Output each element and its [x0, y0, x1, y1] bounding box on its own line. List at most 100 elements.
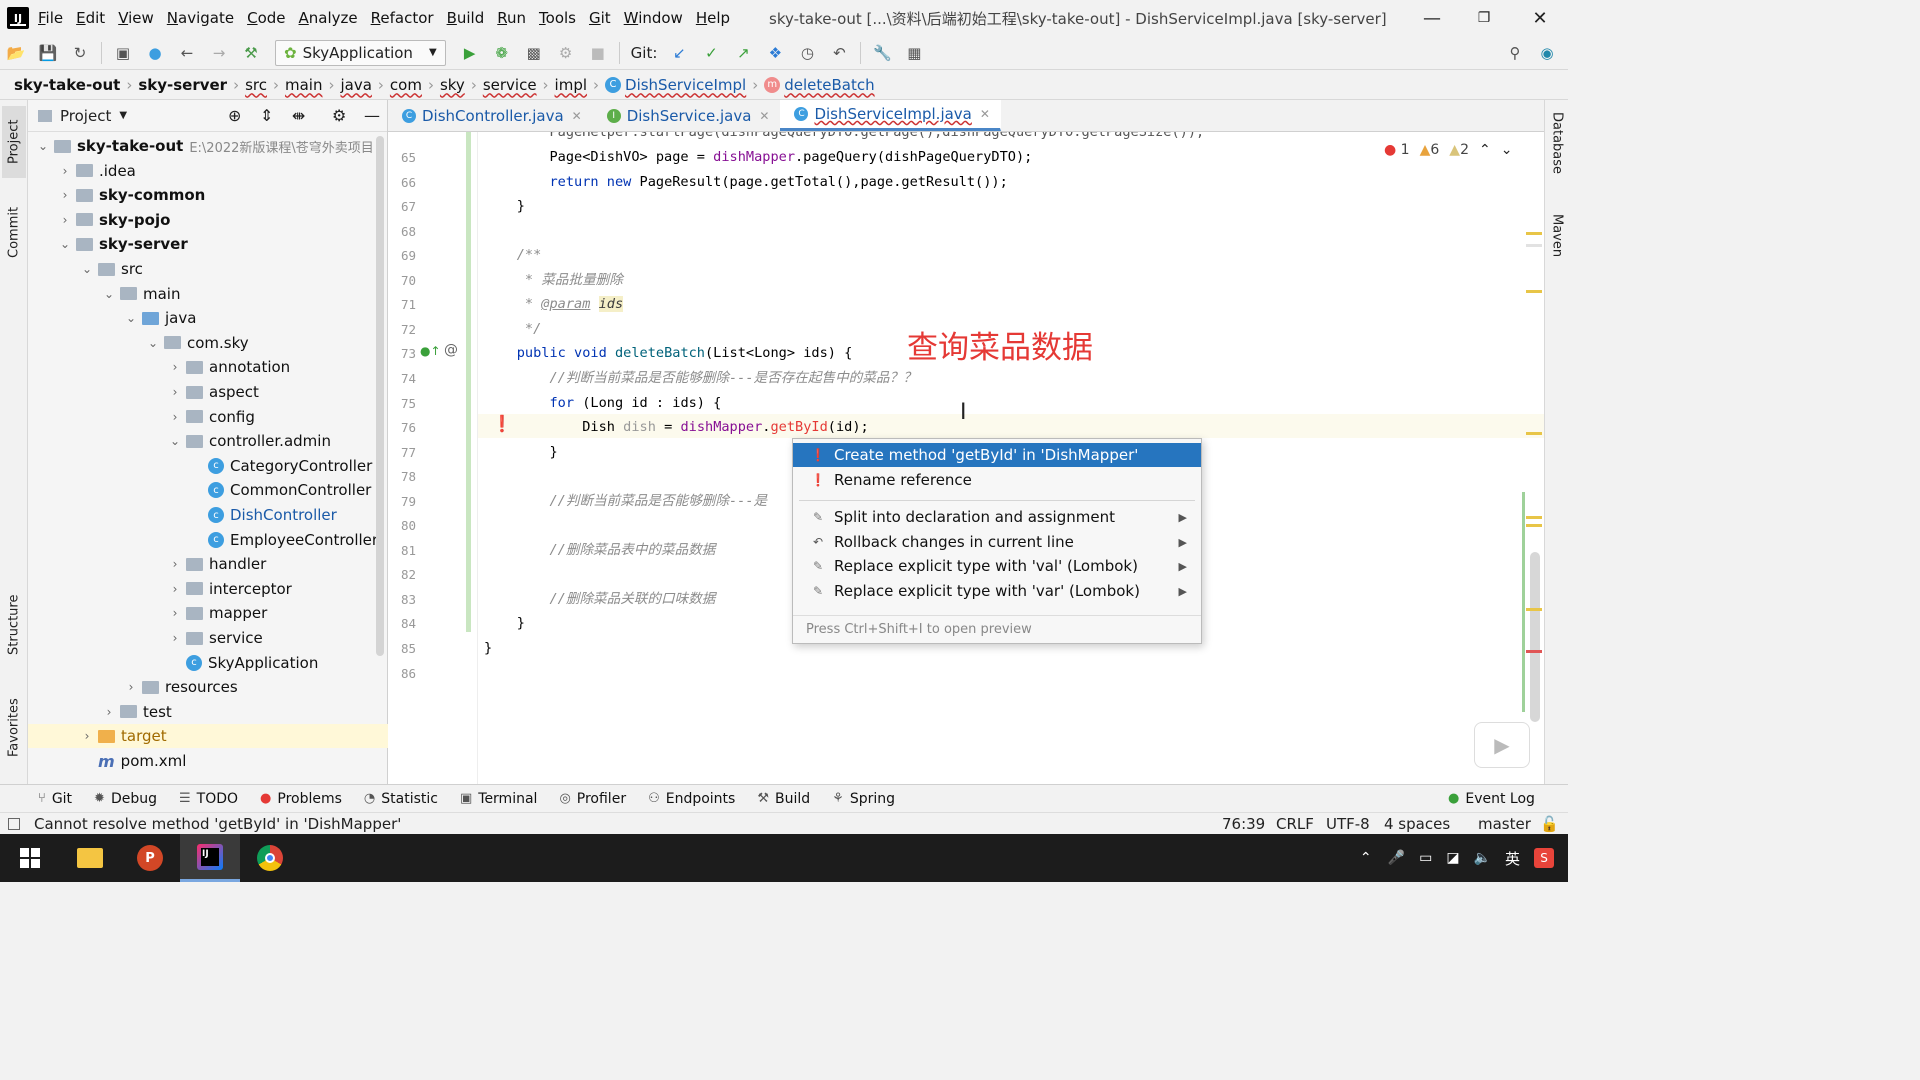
chevron-down-icon[interactable]: ⌄ [168, 434, 182, 448]
tool-tab-commit[interactable]: Commit [2, 196, 26, 268]
tree-item[interactable]: › aspect [28, 380, 388, 404]
chevron-right-icon[interactable]: › [124, 680, 138, 694]
editor-tab[interactable]: C DishServiceImpl.java ✕ [780, 100, 1001, 131]
tool-window-statistic[interactable]: ◔ Statistic [364, 791, 438, 807]
project-panel-title[interactable]: Project [60, 107, 111, 125]
open-folder-icon[interactable]: 📂 [5, 42, 27, 64]
lock-icon[interactable]: 🔓 [1540, 815, 1559, 833]
coverage-icon[interactable]: ▩ [523, 42, 545, 64]
tray-volume-icon[interactable]: 🔈 [1474, 850, 1491, 866]
tool-window-todo[interactable]: ☰ TODO [179, 791, 238, 807]
menu-file[interactable]: File [38, 9, 72, 27]
menu-refactor[interactable]: Refactor [371, 9, 443, 27]
tool-window-endpoints[interactable]: ⚇ Endpoints [648, 791, 735, 807]
close-window-icon[interactable]: ✕ [1528, 6, 1552, 30]
line-separator[interactable]: CRLF [1276, 815, 1314, 833]
menu-build[interactable]: Build [447, 9, 494, 27]
chevron-right-icon[interactable]: › [168, 631, 182, 645]
menu-run[interactable]: Run [497, 9, 535, 27]
collapse-all-icon[interactable]: ⇼ [292, 106, 305, 125]
menu-code[interactable]: Code [247, 9, 294, 27]
intention-action-item[interactable]: ✎ Replace explicit type with 'val' (Lombo… [793, 554, 1201, 578]
tool-window-profiler[interactable]: ◎ Profiler [559, 791, 626, 807]
tool-window-spring[interactable]: ⚘ Spring [832, 791, 895, 807]
gear-icon[interactable]: ⚙ [332, 106, 346, 125]
restore-icon[interactable]: ❐ [1472, 6, 1496, 30]
tree-item[interactable]: ⌄ sky-server [28, 232, 388, 256]
expand-all-icon[interactable]: ⇕ [260, 106, 273, 125]
chevron-down-icon[interactable]: ⌄ [146, 336, 160, 350]
chevron-right-icon[interactable]: › [168, 606, 182, 620]
debug-icon[interactable]: ❁ [491, 42, 513, 64]
breadcrumb-item[interactable]: sky-take-out [14, 76, 120, 94]
chevron-down-icon[interactable]: ▼ [119, 110, 127, 121]
settings-wrench-icon[interactable]: 🔧 [871, 42, 893, 64]
chevron-down-icon[interactable]: ⌄ [58, 237, 72, 251]
tree-item[interactable]: › interceptor [28, 577, 388, 601]
chevron-down-icon[interactable]: ⌄ [1501, 142, 1513, 158]
preview-play-icon[interactable]: ▶ [1474, 722, 1530, 768]
menu-navigate[interactable]: Navigate [167, 9, 243, 27]
intention-action-item[interactable]: ↶ Rollback changes in current line ▶ [793, 530, 1201, 554]
breadcrumb-item[interactable]: java [340, 76, 371, 94]
tree-item[interactable]: ⌄ controller.admin [28, 429, 388, 453]
menu-tools[interactable]: Tools [539, 9, 585, 27]
tray-battery-icon[interactable]: ▭ [1419, 850, 1432, 866]
tree-item[interactable]: m pom.xml [28, 749, 388, 773]
tool-tab-database[interactable]: Database [1547, 112, 1567, 196]
event-log[interactable]: ● Event Log [1448, 791, 1535, 807]
tree-item[interactable]: c CategoryController [28, 454, 388, 478]
intention-action-item[interactable]: ✎ Split into declaration and assignment ▶ [793, 505, 1201, 529]
breadcrumb-item[interactable]: main [285, 76, 322, 94]
git-push-icon[interactable]: ↗ [732, 42, 754, 64]
tree-item[interactable]: › config [28, 405, 388, 429]
close-tab-icon[interactable]: ✕ [572, 109, 582, 123]
tool-window-problems[interactable]: ● Problems [260, 791, 342, 807]
editor-scrollbar[interactable] [1530, 552, 1540, 722]
tree-item[interactable]: › resources [28, 675, 388, 699]
chevron-down-icon[interactable]: ⌄ [36, 139, 50, 153]
tool-window-build[interactable]: ⚒ Build [757, 791, 810, 807]
tree-item[interactable]: › test [28, 700, 388, 724]
tree-item[interactable]: ⌄ src [28, 257, 388, 281]
toolbox-icon[interactable]: ◉ [1536, 42, 1558, 64]
git-commit-icon[interactable]: ✓ [700, 42, 722, 64]
powerpoint-icon[interactable]: P [120, 834, 180, 882]
tree-item[interactable]: c DishController [28, 503, 388, 527]
intention-action-item[interactable]: ❗ Rename reference [793, 468, 1201, 492]
tray-chevron-icon[interactable]: ⌃ [1360, 850, 1372, 866]
class-icon[interactable]: ● [144, 42, 166, 64]
breadcrumb-item[interactable]: sky-server [138, 76, 227, 94]
locate-icon[interactable]: ⊕ [228, 106, 241, 125]
tree-item[interactable]: › service [28, 626, 388, 650]
chevron-down-icon[interactable]: ⌄ [80, 262, 94, 276]
back-arrow-icon[interactable]: ← [176, 42, 198, 64]
file-encoding[interactable]: UTF-8 [1326, 815, 1370, 833]
chevron-right-icon[interactable]: › [58, 164, 72, 178]
inspection-widget[interactable]: ● 1 ▲6 ▲2 ⌃ ⌄ [1384, 142, 1512, 158]
run-config-select[interactable]: ✿ SkyApplication ▼ [275, 39, 446, 66]
chevron-up-icon[interactable]: ⌃ [1479, 142, 1491, 158]
build-hammer-icon[interactable]: ⚒ [240, 42, 262, 64]
panel-scrollbar[interactable] [376, 136, 384, 656]
tree-item[interactable]: ⌄ com.sky [28, 331, 388, 355]
menu-help[interactable]: Help [696, 9, 739, 27]
indent-setting[interactable]: 4 spaces [1384, 815, 1450, 833]
windows-start-icon[interactable] [0, 834, 60, 882]
project-settings-icon[interactable]: ▦ [903, 42, 925, 64]
chevron-right-icon[interactable]: › [80, 729, 94, 743]
tray-network-icon[interactable]: ◪ [1446, 850, 1459, 866]
breadcrumb-item[interactable]: service [483, 76, 537, 94]
chevron-down-icon[interactable]: ⌄ [124, 311, 138, 325]
save-icon[interactable]: 💾 [37, 42, 59, 64]
stop-icon[interactable]: ■ [587, 42, 609, 64]
history-icon[interactable]: ◷ [796, 42, 818, 64]
chevron-right-icon[interactable]: › [168, 557, 182, 571]
minimize-icon[interactable]: — [1420, 6, 1444, 30]
cursor-position[interactable]: 76:39 [1222, 815, 1265, 833]
project-structure-icon[interactable]: ▣ [112, 42, 134, 64]
tool-tab-structure[interactable]: Structure [2, 586, 26, 664]
sync-icon[interactable]: ↻ [69, 42, 91, 64]
menu-view[interactable]: View [118, 9, 163, 27]
annotation-at-icon[interactable]: @ [444, 342, 458, 358]
